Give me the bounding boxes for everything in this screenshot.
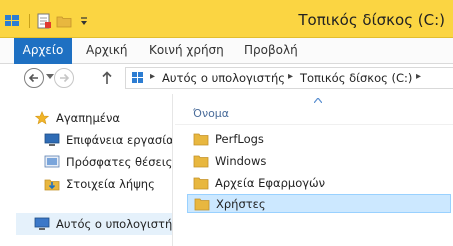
desktop-icon (44, 132, 60, 148)
recent-locations-dropdown[interactable] (46, 74, 54, 82)
file-name: Χρήστες (216, 196, 266, 211)
sidebar-item-label: Στοιχεία λήψης (66, 177, 155, 191)
list-item[interactable]: Αρχεία Εφαρμογών (187, 173, 453, 192)
tab-file[interactable]: Αρχείο (14, 38, 72, 64)
up-button[interactable] (100, 70, 114, 86)
back-button[interactable] (24, 68, 44, 88)
navigation-pane: Αγαπημένα Επιφάνεια εργασίας Πρόσφατες θ… (0, 94, 180, 246)
sidebar-item-label: Επιφάνεια εργασίας (66, 133, 181, 147)
arrow-up-icon (102, 71, 112, 84)
tab-home[interactable]: Αρχική (86, 38, 128, 64)
sidebar-item-label: Αγαπημένα (56, 111, 121, 125)
file-list: Όνομα PerfLogs Windows Αρχεία Εφαρμογών … (173, 94, 453, 246)
navigation-bar: ▸ Αυτός ο υπολογιστής ▸ Τοπικός δίσκος (… (0, 64, 453, 94)
list-item[interactable]: Windows (187, 151, 453, 170)
qat-separator (29, 14, 30, 28)
folder-icon (193, 132, 209, 146)
window-title: Τοπικός δίσκος (C:) (298, 11, 445, 29)
chevron-right-icon[interactable]: ▸ (150, 71, 155, 82)
computer-icon (131, 71, 145, 85)
properties-icon[interactable] (36, 13, 52, 29)
sidebar-item-downloads[interactable]: Στοιχεία λήψης (44, 175, 155, 193)
sidebar-item-recent-places[interactable]: Πρόσφατες θέσεις (44, 153, 172, 171)
list-item[interactable]: PerfLogs (187, 129, 453, 148)
sort-ascending-icon (313, 96, 323, 105)
arrow-right-icon (60, 73, 70, 83)
sidebar-item-desktop[interactable]: Επιφάνεια εργασίας (44, 131, 180, 149)
quick-access-toolbar (4, 12, 96, 30)
breadcrumb-local-disk[interactable]: Τοπικός δίσκος (C:) (300, 71, 412, 85)
forward-button[interactable] (54, 68, 74, 88)
star-icon (34, 110, 50, 126)
file-name: Αρχεία Εφαρμογών (215, 175, 326, 190)
customize-arrow-icon[interactable] (76, 13, 92, 29)
file-name: Windows (215, 153, 267, 168)
header-divider (175, 124, 453, 125)
column-header-name[interactable]: Όνομα (193, 107, 229, 120)
sidebar-item-favorites[interactable]: Αγαπημένα (34, 109, 120, 127)
sidebar-item-label: Αυτός ο υπολογιστής (56, 217, 179, 231)
title-bar: Τοπικός δίσκος (C:) (0, 0, 453, 38)
sidebar-item-this-pc[interactable]: Αυτός ο υπολογιστής (16, 213, 179, 235)
address-bar[interactable]: ▸ Αυτός ο υπολογιστής ▸ Τοπικός δίσκος (… (125, 67, 453, 89)
chevron-right-icon[interactable]: ▸ (288, 71, 293, 82)
arrow-left-icon (28, 73, 38, 83)
new-folder-icon[interactable] (56, 13, 72, 29)
ribbon-tabs: Αρχείο Αρχική Κοινή χρήση Προβολή (0, 38, 453, 64)
downloads-icon (44, 176, 60, 192)
list-item-selected[interactable]: Χρήστες (187, 194, 451, 213)
tab-view[interactable]: Προβολή (244, 38, 298, 64)
folder-icon (193, 176, 209, 190)
recent-places-icon (44, 154, 60, 170)
chevron-right-icon[interactable]: ▸ (416, 71, 421, 82)
explorer-icon[interactable] (4, 13, 20, 29)
breadcrumb-this-pc[interactable]: Αυτός ο υπολογιστής (162, 71, 285, 85)
folder-icon (193, 154, 209, 168)
tab-share[interactable]: Κοινή χρήση (149, 38, 224, 64)
computer-icon (34, 216, 50, 232)
file-name: PerfLogs (215, 131, 264, 146)
folder-icon (194, 197, 210, 211)
sidebar-item-label: Πρόσφατες θέσεις (66, 155, 173, 169)
